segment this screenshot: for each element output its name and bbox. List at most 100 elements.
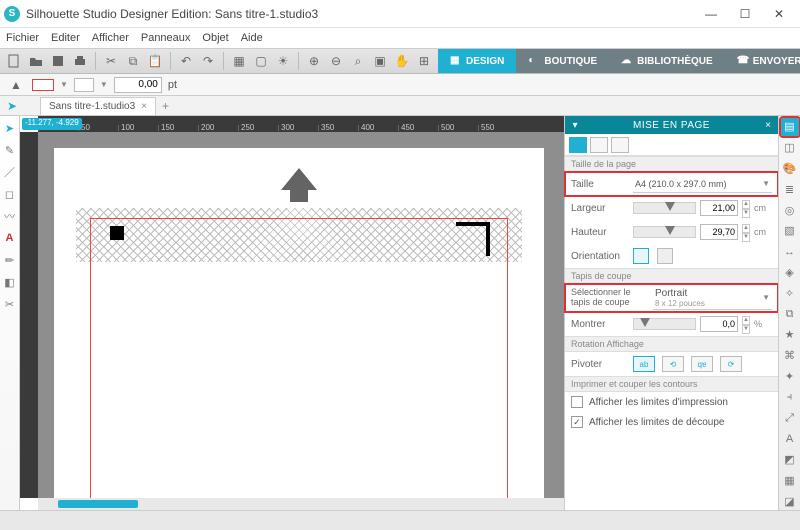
zoom-out-icon[interactable]: ⊖ (326, 51, 346, 71)
line-tool-icon[interactable]: ／ (2, 164, 18, 180)
tab-envoyer[interactable]: ☎ENVOYER (725, 49, 800, 73)
fill-swatch[interactable] (32, 79, 54, 91)
menu-objet[interactable]: Objet (202, 32, 228, 44)
close-tab-icon[interactable]: × (141, 101, 147, 112)
rotate-270-button[interactable]: ⟳ (720, 356, 742, 372)
copy-icon[interactable]: ⧉ (123, 51, 143, 71)
minimize-button[interactable]: — (694, 2, 728, 26)
eraser-tool-icon[interactable]: ◧ (2, 274, 18, 290)
cut-icon[interactable]: ✂ (101, 51, 121, 71)
settings-icon[interactable]: ☀ (273, 51, 293, 71)
document-tab[interactable]: Sans titre-1.studio3 × (40, 97, 156, 115)
stroke-dropdown-icon[interactable]: ▼ (100, 80, 108, 89)
cut-limits-checkbox[interactable]: ✓ (571, 416, 583, 428)
menu-fichier[interactable]: Fichier (6, 32, 39, 44)
panel-header[interactable]: ▾ MISE EN PAGE × (565, 116, 778, 134)
taille-dropdown[interactable]: A4 (210.0 x 297.0 mm) ▼ (633, 175, 772, 193)
color-dropdown-icon[interactable]: ▼ (60, 80, 68, 89)
object-icon[interactable]: ◪ (781, 492, 799, 510)
line-style-icon[interactable]: ≣ (781, 180, 799, 198)
paste-icon[interactable]: 📋 (145, 51, 165, 71)
select-tool-icon[interactable]: ➤ (2, 120, 18, 136)
undo-icon[interactable]: ↶ (176, 51, 196, 71)
modify-icon[interactable]: ✧ (781, 284, 799, 302)
layers-icon[interactable]: ▧ (781, 222, 799, 240)
sparkle-icon[interactable]: ✦ (781, 368, 799, 386)
zoom-in-icon[interactable]: ⊕ (304, 51, 324, 71)
trace-icon[interactable]: ◎ (781, 201, 799, 219)
tab-bibliotheque[interactable]: ☁BIBLIOTHÈQUE (609, 49, 725, 73)
print-icon[interactable] (70, 51, 90, 71)
spin-down-icon[interactable]: ▼ (742, 209, 750, 218)
menu-afficher[interactable]: Afficher (92, 32, 129, 44)
horizontal-scrollbar[interactable] (38, 498, 564, 510)
panel-tab-reg[interactable] (611, 137, 629, 153)
replicate-icon[interactable]: ⧉ (781, 305, 799, 323)
redo-icon[interactable]: ↷ (198, 51, 218, 71)
panel-tab-grid[interactable] (590, 137, 608, 153)
transform-icon[interactable]: ↔ (781, 243, 799, 261)
mat-dropdown[interactable]: Portrait 8 x 12 pouces ▼ (653, 286, 772, 310)
stroke-swatch[interactable] (74, 78, 94, 92)
star-icon[interactable]: ★ (781, 326, 799, 344)
hauteur-input[interactable] (700, 224, 738, 240)
extra-icon[interactable]: ⊞ (414, 51, 434, 71)
largeur-slider[interactable] (633, 202, 696, 214)
menu-panneaux[interactable]: Panneaux (141, 32, 191, 44)
scrollbar-thumb[interactable] (58, 500, 138, 508)
stroke-width-input[interactable] (114, 77, 162, 93)
image-effects-icon[interactable]: ▦ (781, 472, 799, 490)
orientation-landscape-button[interactable] (657, 248, 673, 264)
knife-tool-icon[interactable]: ✂ (2, 296, 18, 312)
palette-icon[interactable]: 🎨 (781, 160, 799, 178)
feed-arrow-icon (281, 168, 317, 190)
close-window-button[interactable]: ✕ (762, 2, 796, 26)
add-tab-button[interactable]: + (162, 99, 169, 113)
freehand-icon[interactable]: 〰 (2, 208, 18, 224)
deselect-icon[interactable]: ▢ (251, 51, 271, 71)
tab-design[interactable]: ▦DESIGN (438, 49, 516, 73)
panel-close-icon[interactable]: × (762, 120, 774, 131)
menu-editer[interactable]: Editer (51, 32, 80, 44)
section-print-cut: Imprimer et couper les contours (565, 376, 778, 392)
panel-tab-page[interactable] (569, 137, 587, 153)
left-toolbox: ➤ ✎ ／ ◻ 〰 A ✏ ◧ ✂ (0, 116, 20, 510)
pointer-icon[interactable]: ▲ (6, 75, 26, 95)
text-style-icon[interactable]: A (781, 430, 799, 448)
align-icon[interactable]: ⫞ (781, 388, 799, 406)
viewport[interactable] (38, 132, 564, 498)
send-icon[interactable]: ◩ (781, 451, 799, 469)
montrer-slider[interactable] (633, 318, 696, 330)
print-limits-checkbox[interactable] (571, 396, 583, 408)
page-setup-icon[interactable]: ▤ (781, 118, 799, 136)
zoom-selection-icon[interactable]: ⌕ (348, 51, 368, 71)
spin-up-icon[interactable]: ▲ (742, 200, 750, 209)
open-file-icon[interactable] (26, 51, 46, 71)
orientation-portrait-button[interactable] (633, 248, 649, 264)
maximize-button[interactable]: ☐ (728, 2, 762, 26)
menu-aide[interactable]: Aide (241, 32, 263, 44)
offset-icon[interactable]: ◈ (781, 264, 799, 282)
select-all-icon[interactable]: ▦ (229, 51, 249, 71)
rotate-0-button[interactable]: ab (633, 356, 655, 372)
pixscan-icon[interactable]: ◫ (781, 139, 799, 157)
panel-collapse-icon[interactable]: ▾ (569, 120, 581, 131)
save-icon[interactable] (48, 51, 68, 71)
pointer-tool-icon[interactable]: ➤ (2, 96, 22, 116)
nesting-icon[interactable]: ⌘ (781, 347, 799, 365)
pan-icon[interactable]: ✋ (392, 51, 412, 71)
edit-points-icon[interactable]: ✎ (2, 142, 18, 158)
rotate-90-button[interactable]: ⟲ (662, 356, 684, 372)
tab-boutique[interactable]: ◐BOUTIQUE (516, 49, 609, 73)
fit-page-icon[interactable]: ▣ (370, 51, 390, 71)
note-tool-icon[interactable]: ✏ (2, 252, 18, 268)
montrer-input[interactable] (700, 316, 738, 332)
new-file-icon[interactable] (4, 51, 24, 71)
page-setup-panel: ▾ MISE EN PAGE × Taille de la page Taill… (564, 116, 778, 510)
text-tool-icon[interactable]: A (2, 230, 18, 246)
largeur-input[interactable] (700, 200, 738, 216)
hauteur-slider[interactable] (633, 226, 696, 238)
scale-icon[interactable]: ⤢ (781, 409, 799, 427)
rotate-180-button[interactable]: qɐ (691, 356, 713, 372)
shape-tool-icon[interactable]: ◻ (2, 186, 18, 202)
